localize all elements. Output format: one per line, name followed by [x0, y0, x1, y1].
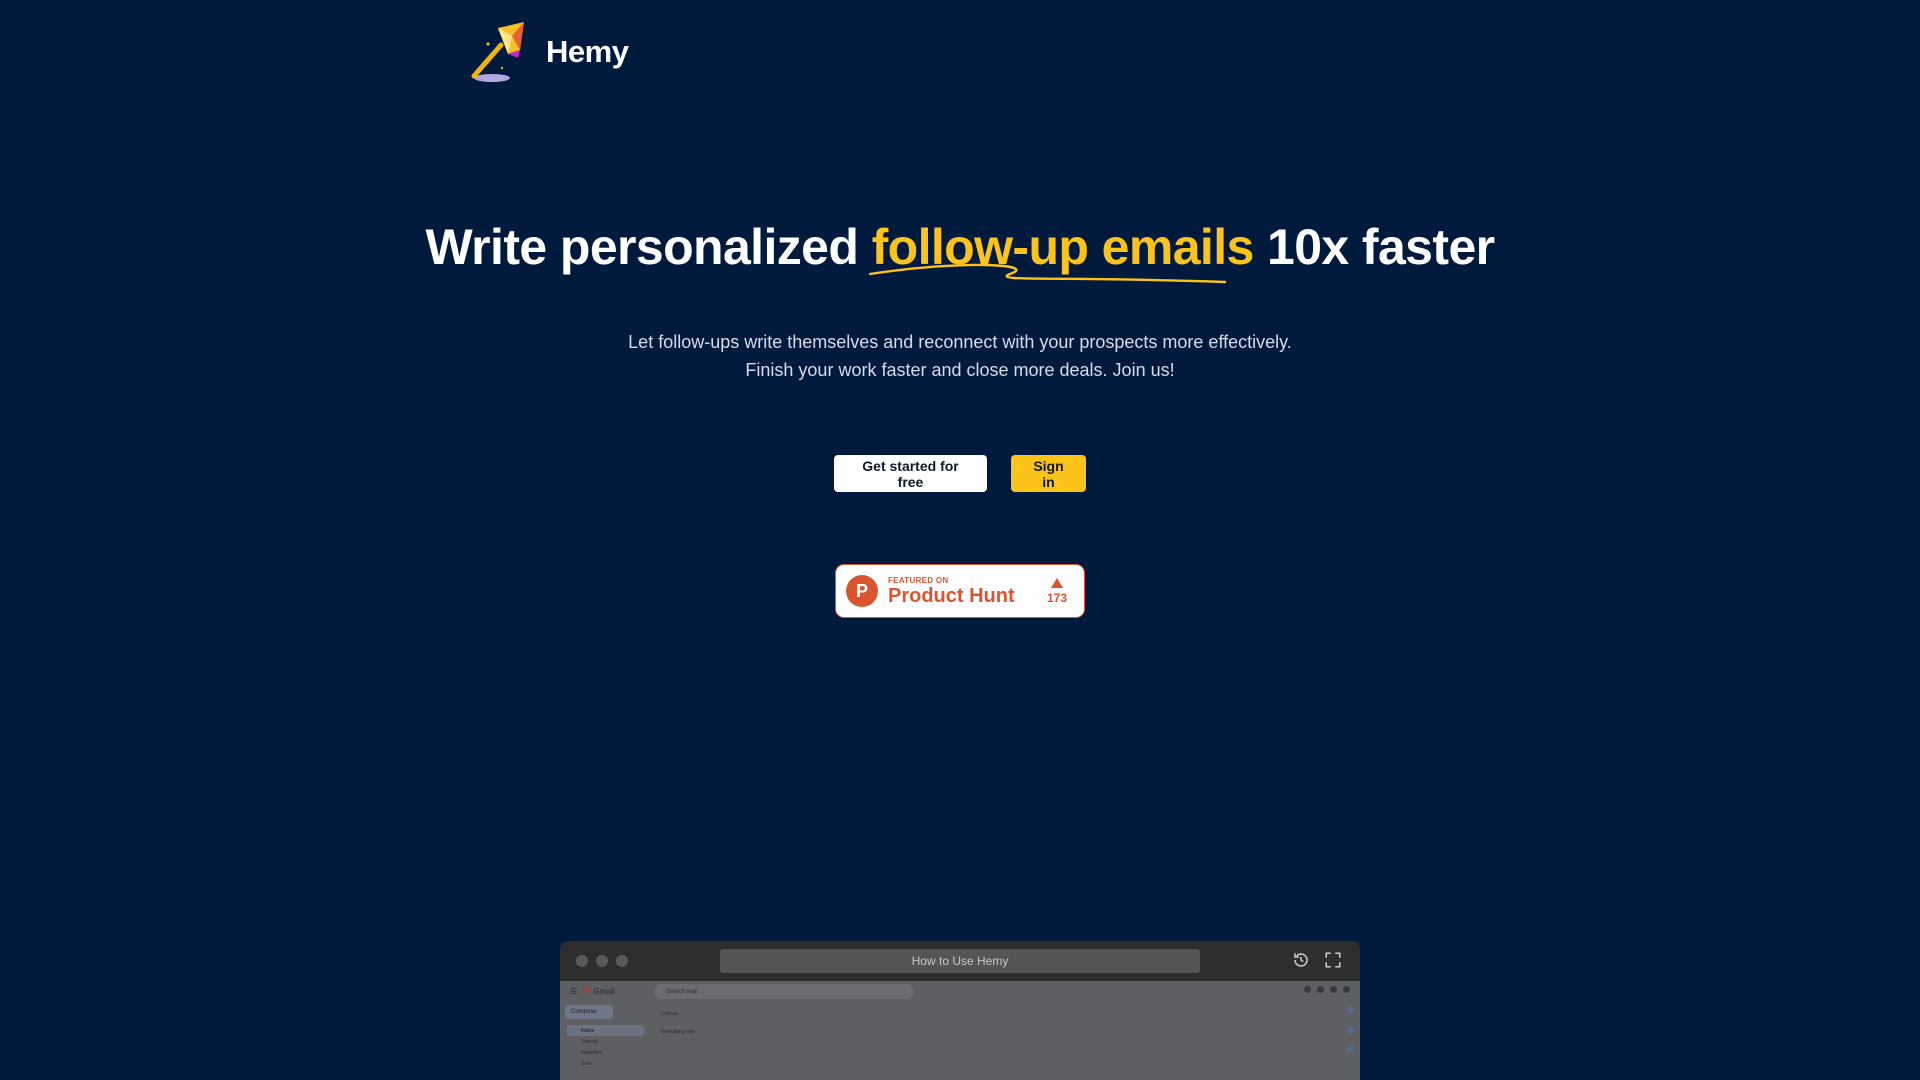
product-hunt-vote-count: 173: [1046, 590, 1068, 605]
hero-subtitle-line-2: Finish your work faster and close more d…: [745, 360, 1175, 380]
product-hunt-badge[interactable]: P FEATURED ON Product Hunt 173: [835, 564, 1085, 618]
hero-subtitle: Let follow-ups write themselves and reco…: [0, 328, 1920, 384]
help-icon: [1304, 986, 1311, 993]
product-hunt-logo-icon: P: [846, 575, 878, 607]
keep-icon: [1347, 1026, 1354, 1033]
gmail-search-input: Search mail: [654, 984, 914, 999]
brand-name: Hemy: [546, 34, 629, 69]
window-dot-icon: [616, 955, 628, 967]
gmail-nav: Inbox Starred Important Sent: [567, 1025, 645, 1069]
gear-icon: [1317, 986, 1324, 993]
gmail-section: Unread: [661, 1011, 678, 1017]
landing-page: Hemy Write personalized follow-up emails…: [0, 0, 1920, 1080]
gmail-nav-item: Starred: [581, 1038, 598, 1045]
magic-wand-icon: [471, 22, 524, 82]
tasks-icon: [1347, 1045, 1354, 1052]
product-hunt-name: Product Hunt: [888, 584, 1015, 607]
replay-icon[interactable]: [1292, 951, 1310, 969]
gmail-app-name: Gmail: [593, 987, 615, 996]
cta-row: Get started for free Sign in: [0, 455, 1920, 492]
gmail-header-icons: [1304, 986, 1350, 993]
gmail-m-icon: M: [584, 987, 591, 996]
product-hunt-votes: 173: [1042, 577, 1072, 605]
gmail-side-panel: [1347, 1007, 1354, 1052]
gmail-section: Everything else: [661, 1029, 696, 1035]
video-controls: [1292, 951, 1342, 969]
gmail-compose-button: Compose: [565, 1005, 613, 1019]
gmail-logo: M Gmail: [584, 987, 615, 996]
apps-grid-icon: [1330, 986, 1337, 993]
product-hunt-text: FEATURED ON Product Hunt: [888, 576, 1032, 607]
get-started-button[interactable]: Get started for free: [834, 455, 987, 492]
hero-title-end: 10x faster: [1253, 219, 1495, 275]
window-traffic-lights: [576, 955, 628, 967]
window-dot-icon: [576, 955, 588, 967]
window-dot-icon: [596, 955, 608, 967]
fullscreen-icon[interactable]: [1324, 951, 1342, 969]
video-preview-window[interactable]: How to Use Hemy ☰ M Gmail Search mail Co…: [560, 941, 1360, 1080]
upvote-triangle-icon: [1051, 577, 1063, 588]
hamburger-menu-icon: ☰: [570, 987, 578, 996]
hero-title-start: Write personalized: [425, 219, 872, 275]
gmail-message-list: Unread Everything else: [655, 1005, 1335, 1041]
avatar: [1343, 986, 1350, 993]
gmail-nav-item: Sent: [581, 1060, 592, 1067]
gmail-nav-item: Important: [581, 1049, 603, 1056]
hero-title: Write personalized follow-up emails 10x …: [0, 218, 1920, 276]
gmail-nav-item: Inbox: [567, 1025, 645, 1036]
brand-home-link[interactable]: Hemy: [468, 20, 629, 84]
video-title-bar: How to Use Hemy: [560, 941, 1360, 981]
hero-title-accent: follow-up emails: [871, 219, 1255, 275]
calendar-icon: [1347, 1007, 1354, 1014]
product-hunt-featured-label: FEATURED ON: [888, 575, 949, 585]
sign-in-button[interactable]: Sign in: [1011, 455, 1086, 492]
gmail-screenshot-preview: ☰ M Gmail Search mail Compose Inbox Star…: [560, 981, 1360, 1080]
video-title: How to Use Hemy: [720, 949, 1200, 973]
hero-subtitle-line-1: Let follow-ups write themselves and reco…: [628, 332, 1292, 352]
